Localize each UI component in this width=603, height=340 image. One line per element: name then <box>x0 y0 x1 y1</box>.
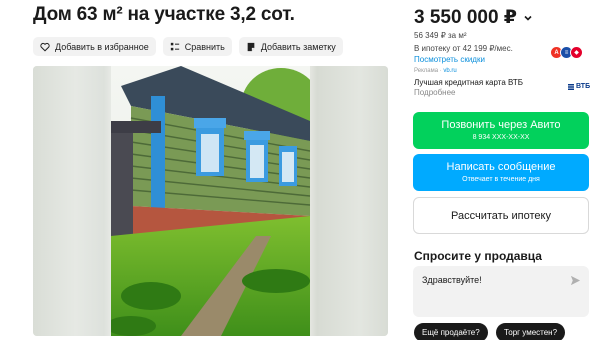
send-icon[interactable] <box>570 275 581 286</box>
listing-actions: Добавить в избранное Сравнить Добавить з… <box>33 37 343 56</box>
vtb-logo-text: ВТБ <box>576 83 591 90</box>
note-icon <box>247 42 255 51</box>
price-per-m2: 56 349 ₽ за м² <box>414 31 467 40</box>
house-image <box>111 66 310 336</box>
compare-label: Сравнить <box>184 41 225 52</box>
listing-photo[interactable] <box>111 66 310 336</box>
calculate-mortgage-button[interactable]: Рассчитать ипотеку <box>413 197 589 234</box>
compare-button[interactable]: Сравнить <box>162 37 232 56</box>
ask-seller-box[interactable]: Здравствуйте! <box>413 266 589 317</box>
price-value: 3 550 000 ₽ <box>414 7 518 28</box>
add-to-favorites-button[interactable]: Добавить в избранное <box>33 37 156 56</box>
ad-more-link[interactable]: Подробнее <box>414 88 456 97</box>
message-button-label: Написать сообщение <box>446 160 556 173</box>
message-button-subtitle: Отвечает в течение дня <box>462 175 540 183</box>
call-button[interactable]: Позвонить через Авито 8 934 XXX-XX-XX <box>413 112 589 149</box>
call-button-label: Позвонить через Авито <box>441 118 561 131</box>
bank-icon: ◆ <box>570 46 583 59</box>
quick-question-still-selling[interactable]: Ещё продаёте? <box>414 323 488 340</box>
vtb-logo-icon <box>568 83 574 90</box>
quick-question-bargain[interactable]: Торг уместен? <box>496 323 566 340</box>
ad-title[interactable]: Лучшая кредитная карта ВТБ <box>414 78 523 87</box>
heart-icon <box>40 42 50 51</box>
add-to-favorites-label: Добавить в избранное <box>55 41 149 52</box>
ask-seller-input[interactable]: Здравствуйте! <box>422 275 482 285</box>
bank-logos: А ≡ ◆ <box>550 46 583 59</box>
ad-brand[interactable]: vb.ru <box>443 68 456 74</box>
price[interactable]: 3 550 000 ₽ <box>414 6 533 29</box>
call-button-phone: 8 934 XXX-XX-XX <box>472 133 530 141</box>
mortgage-discounts-link[interactable]: Посмотреть скидки <box>414 55 485 64</box>
compare-icon <box>170 42 179 50</box>
ad-label-text: Реклама <box>414 68 439 74</box>
photo-gallery[interactable] <box>33 66 388 336</box>
mortgage-text: В ипотеку от 42 199 ₽/мес. <box>414 44 513 53</box>
chevron-down-icon[interactable] <box>523 13 533 23</box>
ad-label: Реклама · vb.ru <box>414 68 457 74</box>
add-note-label: Добавить заметку <box>260 41 336 52</box>
vtb-logo: ВТБ <box>568 83 590 90</box>
listing-title: Дом 63 м² на участке 3,2 сот. <box>33 4 295 25</box>
message-button[interactable]: Написать сообщение Отвечает в течение дн… <box>413 154 589 191</box>
ask-seller-title: Спросите у продавца <box>414 249 542 263</box>
add-note-button[interactable]: Добавить заметку <box>238 37 343 56</box>
calculate-mortgage-label: Рассчитать ипотеку <box>451 209 551 222</box>
